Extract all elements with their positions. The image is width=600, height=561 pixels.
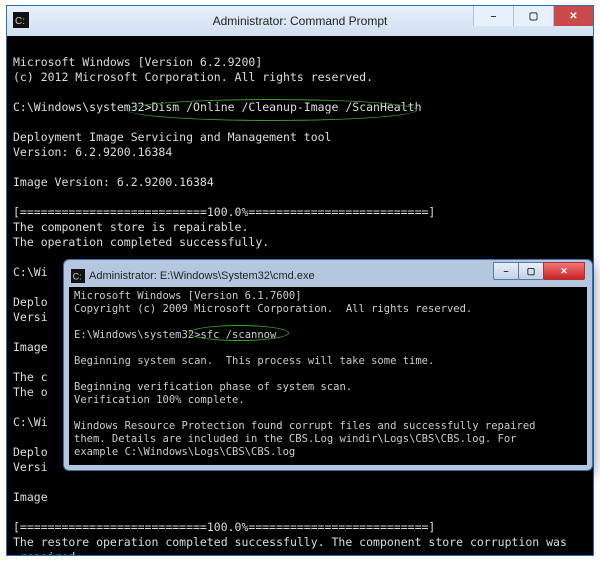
line: The c [13,370,48,384]
titlebar-win8[interactable]: C: Administrator: Command Prompt – ▢ ✕ [7,6,593,36]
line: Beginning system scan. This process will… [74,355,434,367]
minimize-button[interactable]: – [473,6,513,26]
command-sfc: sfc /scannow [200,329,276,341]
maximize-button[interactable]: ▢ [513,6,553,26]
progress-bar: [===========================100.0%======… [13,205,435,219]
line: Verification 100% complete. [74,394,245,406]
line: Deplo [13,295,48,309]
line: Microsoft Windows [Version 6.1.7600] [74,290,302,302]
line: Copyright (c) 2009 Microsoft Corporation… [74,303,472,315]
title-text-win7: Administrator: E:\Windows\System32\cmd.e… [89,270,315,282]
line: The restore operation completed successf… [13,535,567,549]
line: Image [13,340,48,354]
line: Microsoft Windows [Version 6.2.9200] [13,55,262,69]
title-text-win8: Administrator: Command Prompt [213,14,388,28]
line: Versi [13,310,48,324]
prompt: C:\Windows\system32> [13,100,151,114]
line: Windows Resource Protection found corrup… [74,420,535,458]
line: C:\Wi [13,415,48,429]
line: The o [13,385,48,399]
maximize-button[interactable]: ▢ [518,262,544,280]
line: Image [13,490,48,504]
line: repaired. [13,550,82,555]
line: C:\Wi [13,265,48,279]
close-button[interactable]: ✕ [553,6,593,26]
cmd-icon: C: [71,269,85,283]
close-button[interactable]: ✕ [543,262,585,280]
command-dism: Dism /Online /Cleanup-Image /ScanHealth [151,100,421,114]
line: Beginning verification phase of system s… [74,381,352,393]
line: Deployment Image Servicing and Managemen… [13,130,332,144]
line: Deplo [13,445,48,459]
terminal-win7[interactable]: Microsoft Windows [Version 6.1.7600] Cop… [69,287,587,465]
svg-text:C:: C: [15,16,25,27]
window-cmd-win7: C: Administrator: E:\Windows\System32\cm… [63,259,593,471]
window-controls-win8: – ▢ ✕ [473,6,593,26]
cmd-icon: C: [13,12,29,28]
prompt: E:\Windows\system32> [74,329,200,341]
line: Versi [13,460,48,474]
line: The operation completed successfully. [13,235,269,249]
progress-bar: [===========================100.0%======… [13,520,435,534]
line: Image Version: 6.2.9200.16384 [13,175,214,189]
minimize-button[interactable]: – [493,262,519,280]
window-controls-win7: – ▢ ✕ [494,262,585,280]
svg-text:C:: C: [73,272,82,282]
line: (c) 2012 Microsoft Corporation. All righ… [13,70,373,84]
titlebar-win7[interactable]: C: Administrator: E:\Windows\System32\cm… [69,265,587,287]
line: Version: 6.2.9200.16384 [13,145,172,159]
line: The component store is repairable. [13,220,248,234]
